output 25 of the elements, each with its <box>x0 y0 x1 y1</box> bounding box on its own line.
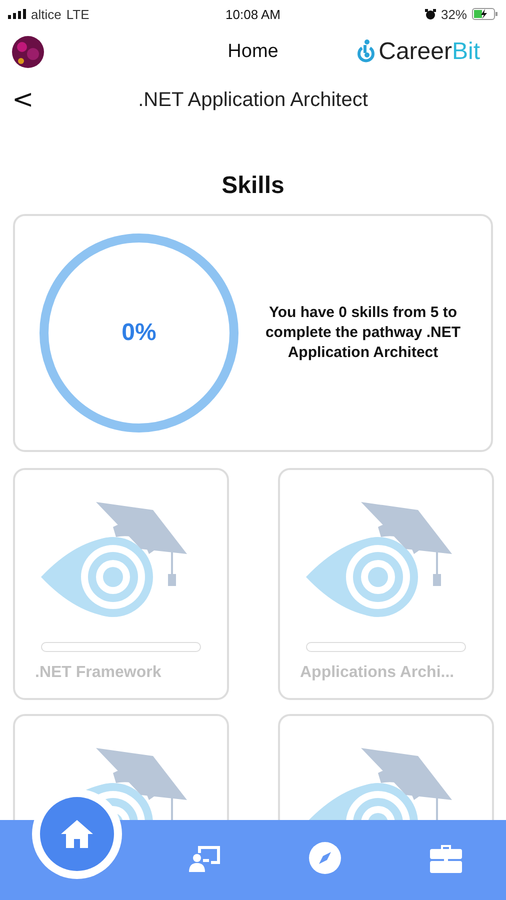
skill-name: Applications Archi... <box>300 664 454 682</box>
pathway-title: .NET Application Architect <box>138 88 368 112</box>
back-button[interactable]: < <box>0 85 34 115</box>
page-title: Home <box>228 41 278 63</box>
battery-percent: 32% <box>440 6 467 22</box>
battery-charging-icon <box>472 8 498 20</box>
logo-icon <box>356 39 377 65</box>
alarm-icon <box>424 8 436 20</box>
network-type: LTE <box>66 6 90 22</box>
logo-text: CareerBit <box>378 38 480 66</box>
briefcase-icon <box>430 843 462 873</box>
avatar-picture-icon[interactable] <box>12 36 44 68</box>
progress-percent: 0% <box>122 319 156 347</box>
signal-icon <box>8 9 26 19</box>
home-icon <box>60 819 94 849</box>
compass-icon <box>309 842 342 874</box>
home-tab[interactable] <box>40 797 114 871</box>
skill-card[interactable]: Applications Archi... <box>278 468 494 700</box>
summary-text: You have 0 skills from 5 to complete the pathway .NET Application Architect <box>264 303 462 363</box>
skill-name: .NET Framework <box>35 664 162 682</box>
carrier-name: altice <box>31 6 62 22</box>
teacher-board-icon <box>188 844 221 872</box>
clock-time: 10:08 AM <box>226 6 280 22</box>
skill-card[interactable]: .NET Framework <box>13 468 229 700</box>
section-title: Skills <box>220 172 286 200</box>
